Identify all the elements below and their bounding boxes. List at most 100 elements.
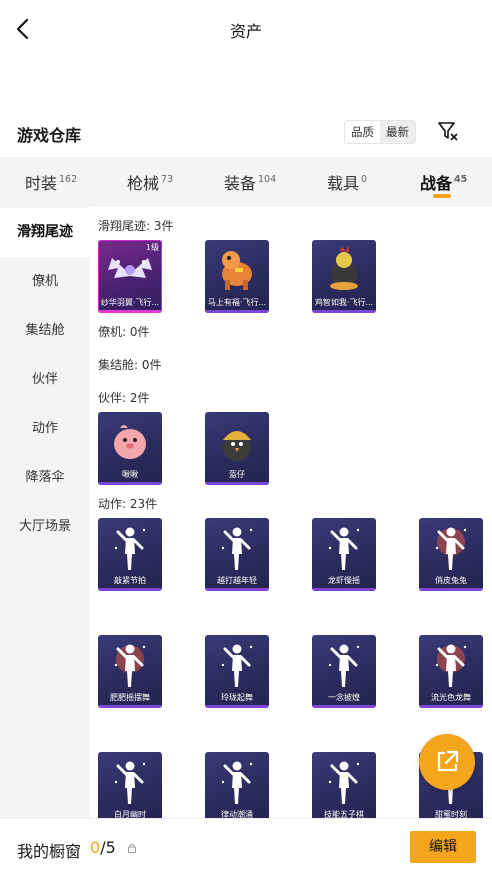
item-card[interactable]: 越打越年轻 <box>205 518 269 591</box>
sort-quality-button[interactable]: 品质 <box>345 121 380 143</box>
item-name: 流光色龙舞 <box>431 693 471 702</box>
sidebar-item-pod[interactable]: 集结舱 <box>0 306 90 355</box>
warehouse-title: 游戏仓库 <box>17 126 82 145</box>
rarity-bar <box>419 705 483 708</box>
filter-icon[interactable] <box>437 120 459 142</box>
tab-count: 0 <box>361 174 368 185</box>
section-header-trail: 滑翔尾迹: 3件 <box>98 219 174 233</box>
dance-pose-icon <box>114 761 146 804</box>
item-card[interactable]: 玲珑起舞 <box>205 635 269 708</box>
rarity-bar <box>98 588 162 591</box>
item-card[interactable]: 白月幽时 <box>98 752 162 818</box>
tab-fashion[interactable]: 时装 162 <box>25 170 77 194</box>
sidebar-item-parachute[interactable]: 降落伞 <box>0 453 90 502</box>
rarity-bar <box>98 482 162 485</box>
tab-label: 载具 <box>327 174 360 193</box>
dance-pose-icon <box>114 644 146 687</box>
tab-label: 枪械 <box>127 174 160 193</box>
showcase-total: 5 <box>105 838 116 857</box>
sort-newest-button[interactable]: 最新 <box>380 121 415 143</box>
item-card[interactable]: 俏皮兔兔 <box>419 518 483 591</box>
item-name: 俏皮兔兔 <box>435 576 467 585</box>
showcase-bar: 我的橱窗 0/5 编辑 <box>0 818 492 876</box>
item-card[interactable]: 敲紧节拍 <box>98 518 162 591</box>
item-name: 纱华羽翼·飞行... <box>100 298 160 307</box>
rarity-bar <box>205 705 269 708</box>
tab-weapons[interactable]: 枪械 73 <box>127 170 173 194</box>
sort-toggle: 品质 最新 <box>344 120 416 144</box>
edit-button[interactable]: 编辑 <box>410 831 476 863</box>
share-button[interactable] <box>419 734 475 790</box>
tab-combat-gear[interactable]: 战备 45 <box>420 170 467 194</box>
top-bar: 资产 <box>0 0 492 58</box>
item-name: 律动潮涌 <box>221 810 253 818</box>
dance-pose-icon <box>114 527 146 570</box>
rarity-bar <box>312 310 376 313</box>
dance-pose-icon <box>221 527 253 570</box>
item-name: 盔仔 <box>229 470 245 479</box>
sidebar-item-wingman[interactable]: 僚机 <box>0 257 90 306</box>
tab-label: 战备 <box>420 174 453 193</box>
tab-count: 162 <box>59 174 78 185</box>
dance-pose-icon <box>328 761 360 804</box>
section-header-emote: 动作: 23件 <box>98 497 158 511</box>
tab-count: 104 <box>258 174 277 185</box>
item-name: 龙虾慢摇 <box>328 576 360 585</box>
lock-icon <box>128 843 136 853</box>
item-card[interactable]: 律动潮涌 <box>205 752 269 818</box>
sidebar-item-glide-trail[interactable]: 滑翔尾迹 <box>0 208 90 257</box>
tab-label: 装备 <box>224 174 257 193</box>
sidebar-item-lobby-scene[interactable]: 大厅场景 <box>0 502 90 551</box>
sidebar: 滑翔尾迹 僚机 集结舱 伙伴 动作 降落伞 大厅场景 <box>0 207 90 818</box>
item-name: 甜蜜时刻 <box>435 810 467 818</box>
item-card[interactable]: 盔仔 <box>205 412 269 485</box>
item-level: 1级 <box>145 243 159 252</box>
item-card[interactable]: 一念披煌 <box>312 635 376 708</box>
item-name: 鸡智如我·飞行... <box>314 298 374 307</box>
rarity-bar <box>205 310 269 313</box>
rarity-bar <box>312 588 376 591</box>
item-name: 一念披煌 <box>328 693 360 702</box>
helmet-bird-icon <box>223 431 251 461</box>
tab-vehicles[interactable]: 载具 0 <box>327 170 367 194</box>
tab-label: 时装 <box>25 174 58 193</box>
showcase-count: 0/5 <box>90 838 116 857</box>
dance-pose-icon <box>328 527 360 570</box>
rooster-trail-icon <box>330 246 358 290</box>
tab-count: 73 <box>161 174 174 185</box>
item-name: 越打越年轻 <box>217 576 257 585</box>
showcase-current: 0 <box>90 838 101 857</box>
item-name: 肥肥摇摆舞 <box>110 693 150 702</box>
rarity-bar <box>98 705 162 708</box>
rarity-bar <box>312 705 376 708</box>
page-title: 资产 <box>229 22 262 41</box>
item-card[interactable]: 肥肥摇摆舞 <box>98 635 162 708</box>
sidebar-item-emote[interactable]: 动作 <box>0 404 90 453</box>
item-name: 技能五子棋 <box>324 810 364 818</box>
showcase-label: 我的橱窗 <box>17 842 82 861</box>
section-header-partner: 伙伴: 2件 <box>98 391 150 405</box>
dance-pose-icon <box>221 761 253 804</box>
dance-pose-icon <box>435 644 467 687</box>
tab-equipment[interactable]: 装备 104 <box>224 170 276 194</box>
sidebar-item-partner[interactable]: 伙伴 <box>0 355 90 404</box>
dance-pose-icon <box>328 644 360 687</box>
item-card[interactable]: 流光色龙舞 <box>419 635 483 708</box>
item-card[interactable]: 龙虾慢摇 <box>312 518 376 591</box>
lucky-horse-trail-icon <box>222 251 252 290</box>
rarity-bar <box>98 310 162 313</box>
item-card[interactable]: 马上有福·飞行... <box>205 240 269 313</box>
category-tabs: 时装 162 枪械 73 装备 104 载具 0 战备 45 <box>0 157 492 207</box>
active-tab-indicator <box>433 194 451 198</box>
item-card[interactable]: 1级 纱华羽翼·飞行... <box>98 240 162 313</box>
external-link-icon <box>437 750 459 772</box>
item-card[interactable]: 技能五子棋 <box>312 752 376 818</box>
item-name: 玲珑起舞 <box>221 693 253 702</box>
item-name: 敲紧节拍 <box>114 576 146 585</box>
item-card[interactable]: 鸡智如我·飞行... <box>312 240 376 313</box>
pink-bird-icon <box>114 425 146 459</box>
section-header-wingman: 僚机: 0件 <box>98 325 150 339</box>
item-name: 白月幽时 <box>114 810 146 818</box>
item-card[interactable]: 啾啾 <box>98 412 162 485</box>
item-name: 啾啾 <box>122 470 138 479</box>
